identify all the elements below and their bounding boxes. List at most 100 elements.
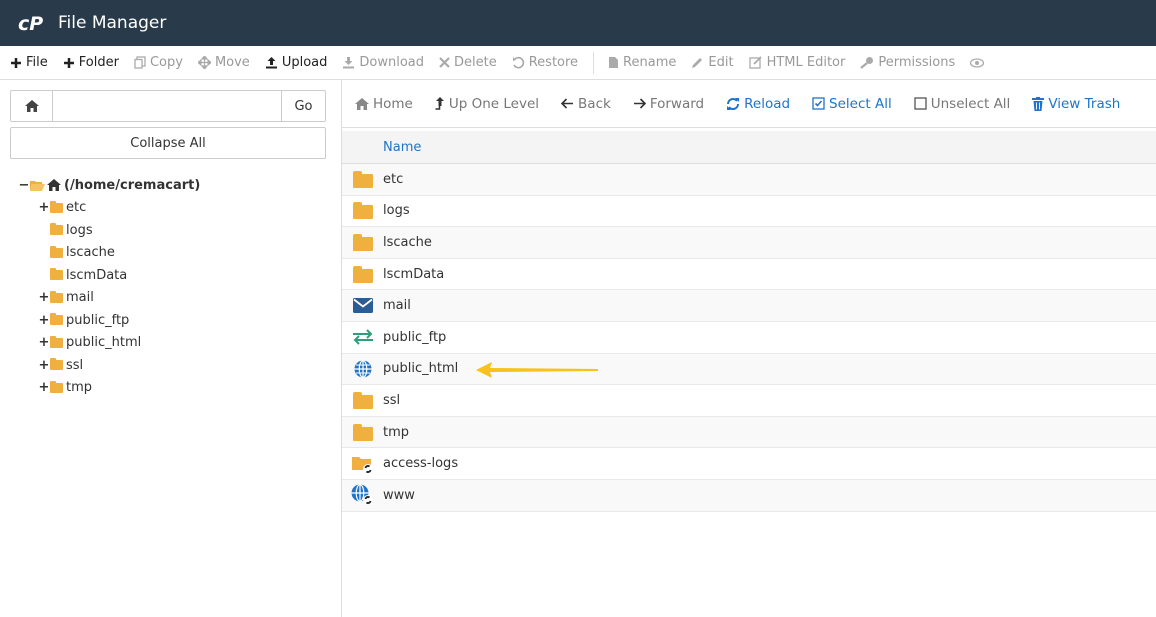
copy-button[interactable]: Copy (134, 55, 183, 70)
download-icon (342, 56, 355, 69)
rename-button[interactable]: Rename (608, 55, 676, 70)
tree-item-public-ftp[interactable]: + public_ftp (10, 309, 326, 332)
folder-icon (50, 335, 63, 348)
table-row[interactable]: tmp (342, 416, 1156, 449)
folder-link-icon (351, 454, 375, 474)
cpanel-logo-icon[interactable]: cP (18, 10, 48, 36)
new-folder-button[interactable]: Folder (63, 55, 119, 70)
table-row[interactable]: logs (342, 196, 1156, 228)
go-button[interactable]: Go (281, 91, 325, 121)
view-button[interactable] (970, 57, 988, 68)
path-input[interactable] (53, 91, 281, 121)
up-one-level-button[interactable]: Up One Level (435, 96, 539, 112)
permissions-button[interactable]: Permissions (860, 55, 955, 70)
file-name: access-logs (383, 456, 459, 472)
tree-item-mail[interactable]: + mail (10, 287, 326, 310)
new-file-button[interactable]: File (10, 55, 48, 70)
highlight-arrow-icon (476, 361, 600, 383)
folder-icon (50, 200, 63, 213)
nav-home-button[interactable]: Home (355, 96, 413, 112)
restore-icon (512, 56, 525, 69)
collapse-toggle[interactable]: − (18, 178, 30, 193)
file-name: mail (383, 298, 411, 314)
folder-icon (50, 380, 63, 393)
plus-icon (10, 57, 22, 69)
table-row[interactable]: lscache (342, 227, 1156, 259)
table-row[interactable]: access-logs (342, 448, 1156, 480)
folder-icon (50, 245, 63, 258)
html-editor-button[interactable]: HTML Editor (748, 55, 845, 70)
checkbox-empty-icon (914, 97, 927, 110)
folder-tree: − (/home/cremacart) + etc logs lscache l… (10, 174, 326, 399)
copy-icon (134, 56, 146, 69)
collapse-all-button[interactable]: Collapse All (10, 127, 326, 159)
expand-toggle[interactable]: + (38, 200, 50, 215)
home-button[interactable] (11, 91, 53, 121)
folder-icon (352, 233, 373, 251)
expand-toggle[interactable]: + (38, 313, 50, 328)
delete-icon (439, 57, 450, 68)
title-bar: cP File Manager (0, 0, 1156, 46)
tree-item-logs[interactable]: logs (10, 219, 326, 242)
toolbar-divider (593, 51, 595, 74)
move-button[interactable]: Move (197, 55, 250, 70)
rename-icon (608, 56, 619, 69)
expand-toggle[interactable]: + (38, 380, 50, 395)
back-arrow-icon (561, 98, 574, 109)
table-row[interactable]: public_html (342, 353, 1156, 386)
file-name: public_ftp (383, 329, 447, 345)
expand-toggle[interactable]: + (38, 290, 50, 305)
tree-item-tmp[interactable]: + tmp (10, 377, 326, 400)
table-row[interactable]: lscmData (342, 259, 1156, 291)
trash-icon (1032, 96, 1045, 111)
folder-icon (50, 223, 63, 236)
file-name: lscache (383, 234, 432, 250)
reload-button[interactable]: Reload (726, 96, 790, 112)
tree-item-lscmdata[interactable]: lscmData (10, 264, 326, 287)
table-row[interactable]: mail (342, 290, 1156, 322)
view-trash-button[interactable]: View Trash (1032, 96, 1120, 112)
folder-icon (352, 423, 373, 441)
main-toolbar: File Folder Copy Move Upload Download De… (0, 46, 1156, 80)
tree-item-etc[interactable]: + etc (10, 197, 326, 220)
globe-icon (354, 359, 372, 378)
reload-icon (726, 97, 740, 111)
folder-icon (352, 202, 373, 220)
restore-button[interactable]: Restore (512, 55, 578, 70)
delete-button[interactable]: Delete (439, 55, 497, 70)
unselect-all-button[interactable]: Unselect All (914, 96, 1010, 112)
table-row[interactable]: www (342, 479, 1156, 512)
home-icon (24, 97, 39, 116)
back-button[interactable]: Back (561, 96, 611, 112)
upload-button[interactable]: Upload (265, 55, 327, 70)
file-table: Name etc logs lscache lscmData mail publ… (342, 131, 1156, 512)
table-header: Name (342, 131, 1156, 164)
level-up-icon (435, 97, 445, 110)
table-row[interactable]: etc (342, 164, 1156, 196)
expand-toggle[interactable]: + (38, 335, 50, 350)
globe-link-icon (351, 484, 375, 506)
tree-item-public-html[interactable]: + public_html (10, 332, 326, 355)
table-row[interactable]: ssl (342, 385, 1156, 417)
file-name: tmp (383, 424, 410, 440)
file-name: ssl (383, 392, 401, 408)
file-name: logs (383, 203, 410, 219)
home-icon (355, 97, 369, 110)
tree-item-ssl[interactable]: + ssl (10, 354, 326, 377)
folder-icon (50, 290, 63, 303)
select-all-button[interactable]: Select All (812, 96, 892, 112)
tree-root[interactable]: − (/home/cremacart) (10, 174, 326, 197)
expand-toggle[interactable]: + (38, 358, 50, 373)
svg-text:cP: cP (18, 13, 43, 34)
folder-open-icon (30, 180, 45, 191)
ftp-transfer-icon (352, 329, 374, 345)
tree-item-lscache[interactable]: lscache (10, 242, 326, 265)
table-row[interactable]: public_ftp (342, 322, 1156, 354)
forward-button[interactable]: Forward (633, 96, 704, 112)
file-name: etc (383, 171, 404, 187)
checkbox-checked-icon (812, 97, 825, 110)
edit-button[interactable]: Edit (691, 55, 734, 70)
download-button[interactable]: Download (342, 55, 424, 70)
mail-icon (352, 298, 373, 314)
name-column-header[interactable]: Name (383, 140, 421, 155)
